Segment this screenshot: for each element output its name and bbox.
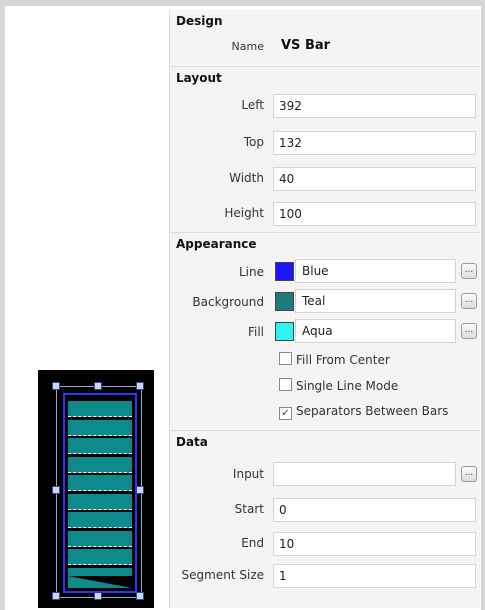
section-appearance-header: Appearance bbox=[170, 232, 480, 254]
input-field[interactable] bbox=[273, 462, 456, 486]
end-field[interactable]: 10 bbox=[273, 532, 476, 556]
section-design-header: Design bbox=[176, 14, 223, 28]
bar-segment bbox=[68, 530, 132, 547]
line-color-swatch[interactable] bbox=[275, 262, 294, 281]
name-value: VS Bar bbox=[281, 38, 331, 53]
fill-color-swatch[interactable] bbox=[275, 322, 294, 341]
resize-handle-right[interactable] bbox=[136, 486, 144, 494]
section-data-header: Data bbox=[170, 430, 480, 452]
background-color-swatch[interactable] bbox=[275, 292, 294, 311]
line-color-field[interactable]: Blue bbox=[295, 259, 456, 283]
separators-between-bars-checkbox[interactable]: ✓ bbox=[279, 407, 292, 420]
resize-handle-bottom[interactable] bbox=[94, 592, 102, 600]
fill-from-center-option[interactable]: Fill From Center bbox=[279, 352, 390, 370]
fill-color-ellipsis-button[interactable]: ... bbox=[461, 323, 477, 339]
vs-bar-control[interactable] bbox=[63, 393, 137, 593]
resize-handle-top-right[interactable] bbox=[136, 382, 144, 390]
left-field[interactable]: 392 bbox=[273, 94, 476, 118]
name-label: Name bbox=[231, 40, 264, 53]
bar-segment bbox=[68, 493, 132, 510]
start-field[interactable]: 0 bbox=[273, 498, 476, 522]
resize-handle-bottom-right[interactable] bbox=[136, 592, 144, 600]
bar-segment bbox=[68, 401, 132, 417]
bar-segment bbox=[68, 438, 132, 454]
segment-size-field[interactable]: 1 bbox=[273, 564, 476, 588]
line-color-ellipsis-button[interactable]: ... bbox=[461, 263, 477, 279]
bar-segment bbox=[68, 512, 132, 528]
width-label: Width bbox=[229, 171, 264, 185]
resize-handle-top-left[interactable] bbox=[52, 382, 60, 390]
fill-label: Fill bbox=[247, 325, 264, 339]
background-color-field[interactable]: Teal bbox=[295, 289, 456, 313]
fill-color-field[interactable]: Aqua bbox=[295, 319, 456, 343]
section-layout-header: Layout bbox=[170, 66, 480, 88]
bar-segment bbox=[68, 549, 132, 565]
line-label: Line bbox=[238, 265, 264, 279]
bar-segment bbox=[68, 456, 132, 473]
input-ellipsis-button[interactable]: ... bbox=[461, 466, 477, 482]
window-frame-left bbox=[0, 0, 5, 610]
separators-between-bars-label: Separators Between Bars bbox=[296, 404, 449, 418]
resize-handle-left[interactable] bbox=[52, 486, 60, 494]
single-line-mode-checkbox[interactable] bbox=[279, 378, 292, 391]
resize-handle-bottom-left[interactable] bbox=[52, 592, 60, 600]
background-color-ellipsis-button[interactable]: ... bbox=[461, 293, 477, 309]
background-label: Background bbox=[192, 295, 264, 309]
bar-partial-fill bbox=[68, 576, 132, 588]
separators-between-bars-option[interactable]: ✓ Separators Between Bars bbox=[279, 404, 448, 422]
fill-from-center-label: Fill From Center bbox=[296, 353, 390, 367]
segment-size-label: Segment Size bbox=[181, 568, 264, 582]
left-label: Left bbox=[241, 98, 264, 112]
bar-segment bbox=[68, 475, 132, 491]
fill-from-center-checkbox[interactable] bbox=[279, 352, 292, 365]
top-field[interactable]: 132 bbox=[273, 131, 476, 155]
property-grid: Design Name VS Bar Layout Left 392 Top 1… bbox=[169, 10, 480, 608]
resize-handle-top[interactable] bbox=[94, 382, 102, 390]
width-field[interactable]: 40 bbox=[273, 167, 476, 191]
input-label: Input bbox=[232, 467, 264, 481]
start-label: Start bbox=[234, 502, 264, 516]
top-label: Top bbox=[243, 135, 264, 149]
end-label: End bbox=[241, 536, 264, 550]
bar-segment bbox=[68, 419, 132, 436]
designer-preview bbox=[38, 370, 154, 608]
height-field[interactable]: 100 bbox=[273, 202, 476, 226]
window-frame-top bbox=[0, 0, 485, 6]
window-frame-right bbox=[481, 0, 485, 610]
single-line-mode-label: Single Line Mode bbox=[296, 379, 399, 393]
single-line-mode-option[interactable]: Single Line Mode bbox=[279, 378, 398, 396]
height-label: Height bbox=[224, 206, 264, 220]
